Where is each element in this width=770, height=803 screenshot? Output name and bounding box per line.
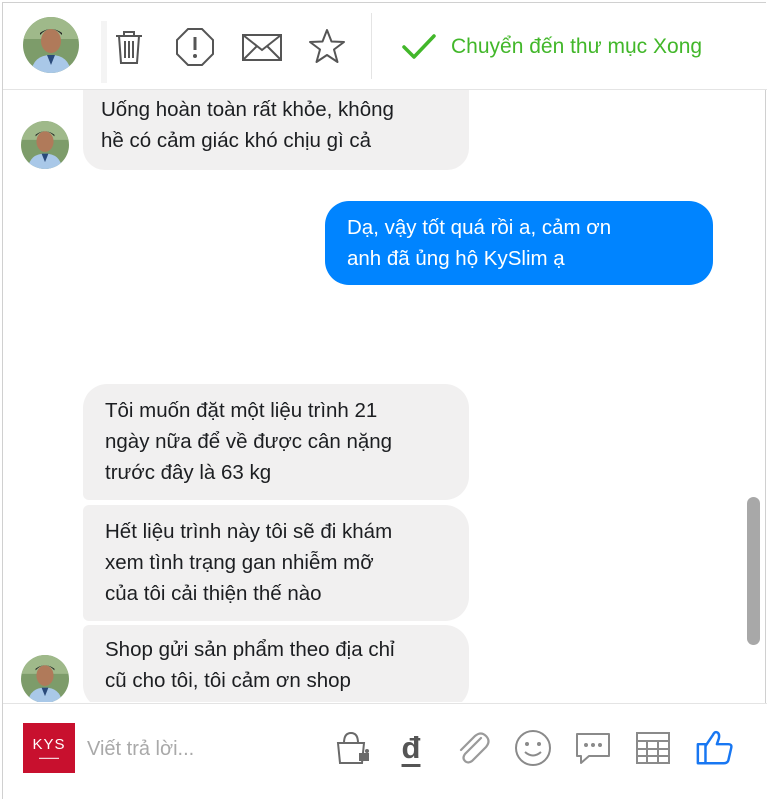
message-bubble-outgoing: Dạ, vậy tốt quá rồi a, cảm ơn anh đã ủng… xyxy=(325,201,713,285)
brand-logo-text: KYS xyxy=(32,736,66,753)
appointment-button[interactable] xyxy=(633,728,673,768)
table-icon xyxy=(636,732,670,764)
message-line: anh đã ủng hộ KySlim ạ xyxy=(347,247,565,270)
message-line: ngày nữa để về được cân nặng xyxy=(105,430,393,453)
like-icon xyxy=(696,730,733,765)
composer: KYS ▬▬▬▬▬ đ xyxy=(3,703,767,799)
move-to-done-label: Chuyển đến thư mục Xong xyxy=(451,35,703,58)
brand-logo-tagline: ▬▬▬▬▬ xyxy=(39,755,59,760)
toolbar-separator xyxy=(371,13,372,79)
message-line: Tôi muốn đặt một liệu trình 21 xyxy=(105,399,378,422)
move-to-done-button[interactable]: Chuyển đến thư mục Xong xyxy=(401,29,702,65)
message-line: hề có cảm giác khó chịu gì cả xyxy=(101,129,372,152)
saved-replies-button[interactable] xyxy=(573,728,613,768)
saved-reply-icon xyxy=(576,733,610,764)
like-button[interactable] xyxy=(695,728,735,768)
products-button[interactable] xyxy=(333,728,373,768)
message-line: cũ cho tôi, tôi cảm ơn shop xyxy=(105,669,351,692)
follow-up-button[interactable] xyxy=(307,27,347,67)
attachment-icon xyxy=(459,732,490,764)
message-thread: Uống hoàn toàn rất khỏe, không hề có cảm… xyxy=(3,90,767,702)
message-line: xem tình trạng gan nhiễm mỡ xyxy=(105,551,374,574)
message-line: Uống hoàn toàn rất khỏe, không xyxy=(101,98,394,121)
mark-spam-button[interactable] xyxy=(175,27,215,67)
conversation-window: Chuyển đến thư mục Xong Uống hoàn toàn r… xyxy=(2,2,767,799)
scroll-indicator xyxy=(101,21,107,83)
customer-avatar xyxy=(21,121,69,169)
attach-button[interactable] xyxy=(453,728,493,768)
message-line: Shop gửi sản phẩm theo địa chỉ xyxy=(105,638,395,661)
mail-icon xyxy=(242,34,282,61)
message-line: Dạ, vậy tốt quá rồi a, cảm ơn xyxy=(347,216,612,239)
currency-icon: đ xyxy=(401,730,421,765)
emoji-button[interactable] xyxy=(513,728,553,768)
trash-icon xyxy=(116,31,142,64)
page-avatar: KYS ▬▬▬▬▬ xyxy=(23,723,75,773)
reply-input[interactable] xyxy=(85,730,319,768)
message-bubble-incoming: Uống hoàn toàn rất khỏe, không hề có cảm… xyxy=(83,90,469,170)
customer-avatar xyxy=(21,655,69,702)
mark-unread-button[interactable] xyxy=(241,27,282,67)
customer-avatar[interactable] xyxy=(23,17,79,73)
delete-button[interactable] xyxy=(109,27,149,67)
message-line: của tôi cải thiện thế nào xyxy=(105,582,322,605)
message-line: trước đây là 63 kg xyxy=(105,461,272,484)
alert-icon xyxy=(176,28,214,66)
thread-scrollbar[interactable] xyxy=(747,497,760,645)
message-line: Hết liệu trình này tôi sẽ đi khám xyxy=(105,520,393,543)
payment-button[interactable]: đ xyxy=(391,728,431,768)
bag-icon xyxy=(336,731,369,764)
star-icon xyxy=(309,29,345,63)
message-bubble-incoming: Tôi muốn đặt một liệu trình 21 ngày nữa … xyxy=(83,384,469,500)
check-icon xyxy=(402,34,436,59)
toolbar: Chuyển đến thư mục Xong xyxy=(3,3,767,90)
emoji-icon xyxy=(515,730,551,766)
message-bubble-incoming: Hết liệu trình này tôi sẽ đi khám xem tì… xyxy=(83,505,469,621)
message-bubble-incoming: Shop gửi sản phẩm theo địa chỉ cũ cho tô… xyxy=(83,625,469,702)
